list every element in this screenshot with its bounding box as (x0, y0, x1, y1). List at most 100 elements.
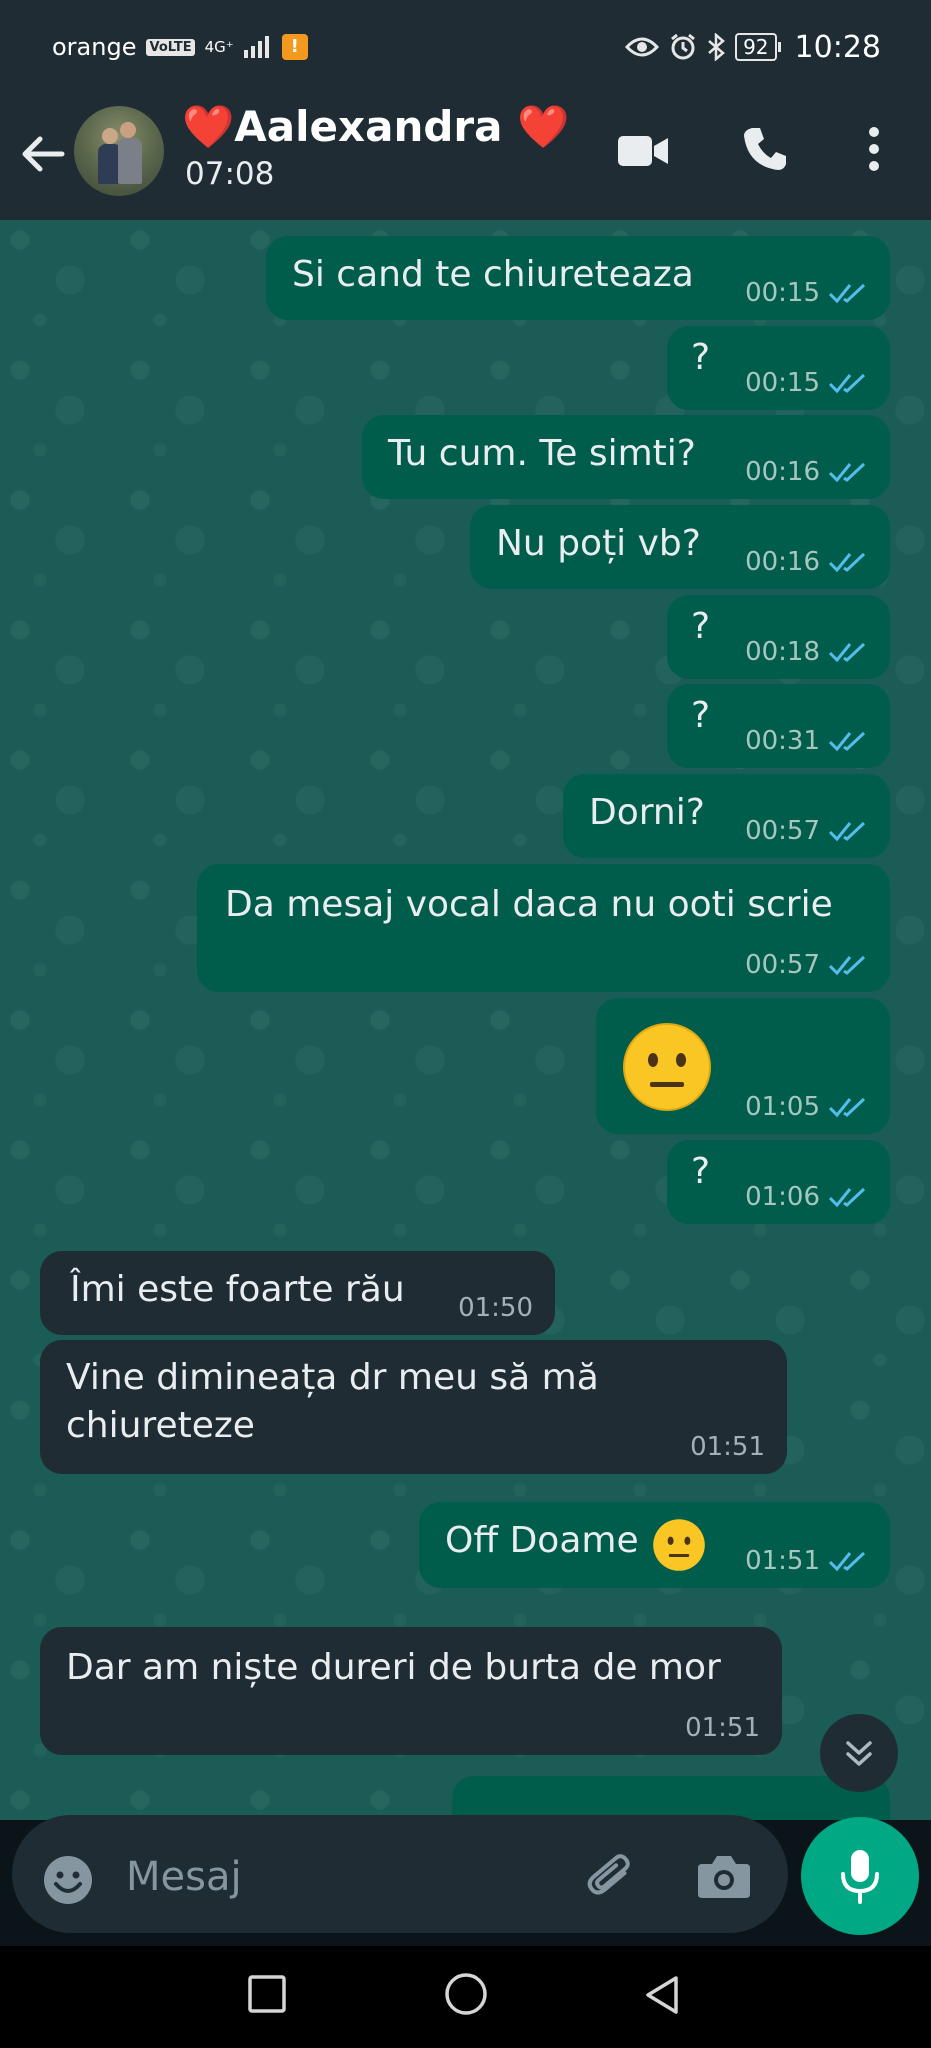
system-nav-bar (0, 1946, 931, 2048)
message-meta: 01:51 (690, 1432, 765, 1462)
message-text: Tu cum. Te simti? (388, 433, 696, 474)
double-check-icon (828, 373, 866, 394)
message-time: 00:16 (745, 547, 820, 577)
more-vert-icon[interactable] (864, 126, 884, 172)
double-check-icon (828, 955, 866, 976)
incoming-message[interactable]: Vine dimineața dr meu să mă chiureteze 0… (40, 1340, 787, 1474)
message-time: 00:15 (745, 368, 820, 398)
message-meta: 00:18 (745, 637, 868, 667)
double-check-icon (828, 1097, 866, 1118)
double-check-icon (828, 821, 866, 842)
outgoing-message[interactable]: Tu cum. Te simti? 00:16 (362, 415, 890, 499)
message-meta: 00:57 (745, 950, 868, 980)
outgoing-message[interactable]: ? 00:18 (667, 595, 890, 679)
chat-header: ❤️Aalexandra ❤️ 07:08 (0, 94, 931, 220)
incoming-message[interactable]: Dar am niște dureri de burta de mor 01:5… (40, 1627, 782, 1755)
outgoing-message[interactable]: Da mesaj vocal daca nu ooti scrie 00:57 (197, 864, 890, 992)
message-text: Dorni? (589, 792, 705, 833)
bluetooth-icon (708, 33, 725, 61)
status-bar: orange VoLTE 4G⁺ ! 92 10:28 (0, 0, 931, 94)
message-meta: 01:51 (685, 1713, 760, 1743)
double-check-icon (828, 642, 866, 663)
message-text: ? (691, 695, 711, 736)
mic-button[interactable] (801, 1817, 919, 1935)
message-time: 00:57 (745, 816, 820, 846)
avatar[interactable] (74, 106, 164, 196)
message-time: 00:31 (745, 726, 820, 756)
double-check-icon (828, 1551, 866, 1572)
double-check-icon (828, 462, 866, 483)
outgoing-message[interactable]: Si cand te chiureteaza 00:15 (266, 236, 890, 320)
double-check-icon (828, 552, 866, 573)
message-meta: 00:57 (745, 816, 868, 846)
outgoing-message[interactable]: ? 01:06 (667, 1140, 890, 1224)
message-text: Îmi este foarte rău (70, 1269, 405, 1310)
message-time: 01:51 (745, 1546, 820, 1576)
message-meta: 01:51 (745, 1546, 868, 1576)
message-text: Vine dimineața dr meu să mă (66, 1357, 599, 1398)
message-text: Off Doame (445, 1520, 639, 1561)
outgoing-message[interactable]: Off Doame 01:51 (419, 1502, 890, 1588)
message-text: Dar am niște dureri de burta de mor (66, 1647, 721, 1688)
message-meta: 00:15 (745, 368, 868, 398)
message-time: 00:57 (745, 950, 820, 980)
message-meta: 00:15 (745, 278, 868, 308)
outgoing-message[interactable]: Dorni? 00:57 (563, 774, 890, 858)
double-check-icon (828, 1187, 866, 1208)
chevrons-down-icon (846, 1741, 872, 1766)
message-time: 01:51 (690, 1432, 765, 1462)
outgoing-message[interactable]: Nu poți vb? 00:16 (470, 505, 890, 589)
message-text: ? (691, 606, 711, 647)
message-time: 00:16 (745, 457, 820, 487)
neutral-face-emoji-icon (623, 1023, 711, 1111)
outgoing-message[interactable]: ? 00:15 (667, 326, 890, 410)
chat-area[interactable]: Si cand te chiureteaza 00:15 ? 00:15 Tu … (0, 220, 931, 1820)
carrier-label: orange (52, 33, 137, 61)
outgoing-emoji-message[interactable]: 01:05 (596, 998, 890, 1134)
volte-badge: VoLTE (146, 38, 195, 56)
message-time: 00:18 (745, 637, 820, 667)
back-nav-icon[interactable] (642, 1974, 682, 2016)
emoji-icon[interactable] (42, 1854, 94, 1906)
message-meta: 01:05 (745, 1092, 868, 1122)
message-meta: 00:16 (745, 457, 868, 487)
back-arrow-icon[interactable] (16, 127, 70, 181)
alarm-icon (671, 33, 696, 60)
message-time: 01:05 (745, 1092, 820, 1122)
notification-warning-icon: ! (281, 34, 308, 60)
message-meta: 00:16 (745, 547, 868, 577)
recent-apps-icon[interactable] (247, 1974, 287, 2014)
camera-icon[interactable] (696, 1852, 752, 1902)
message-meta: 01:06 (745, 1182, 868, 1212)
message-meta: 00:31 (745, 726, 868, 756)
eye-icon (625, 37, 660, 57)
message-time: 01:51 (685, 1713, 760, 1743)
scroll-to-bottom-button[interactable] (820, 1714, 898, 1792)
last-seen-time: 07:08 (185, 156, 275, 192)
network-type: 4G⁺ (204, 37, 234, 56)
voice-call-icon[interactable] (740, 124, 790, 174)
message-time: 01:06 (745, 1182, 820, 1212)
mic-icon (841, 1850, 879, 1904)
outgoing-message[interactable]: ? 00:31 (667, 684, 890, 768)
outgoing-message-partial[interactable] (452, 1776, 890, 1820)
double-check-icon (828, 283, 866, 304)
message-text: Nu poți vb? (496, 523, 701, 564)
message-text: Si cand te chiureteaza (292, 254, 694, 295)
video-call-icon[interactable] (616, 128, 670, 174)
battery-indicator: 92 (735, 33, 782, 61)
contact-name[interactable]: ❤️Aalexandra ❤️ (182, 102, 569, 152)
clock: 10:28 (794, 29, 881, 65)
message-time: 01:50 (458, 1293, 533, 1323)
neutral-face-emoji-icon (653, 1519, 705, 1571)
attach-icon[interactable] (584, 1850, 640, 1906)
message-input[interactable] (124, 1846, 568, 1908)
message-time: 00:15 (745, 278, 820, 308)
double-check-icon (828, 731, 866, 752)
message-meta: 01:50 (458, 1293, 533, 1323)
signal-icon (243, 36, 269, 58)
incoming-message[interactable]: Îmi este foarte rău 01:50 (40, 1251, 555, 1335)
message-text: Da mesaj vocal daca nu ooti scrie (225, 884, 833, 925)
home-icon[interactable] (444, 1972, 488, 2016)
message-text: ? (691, 1151, 711, 1192)
